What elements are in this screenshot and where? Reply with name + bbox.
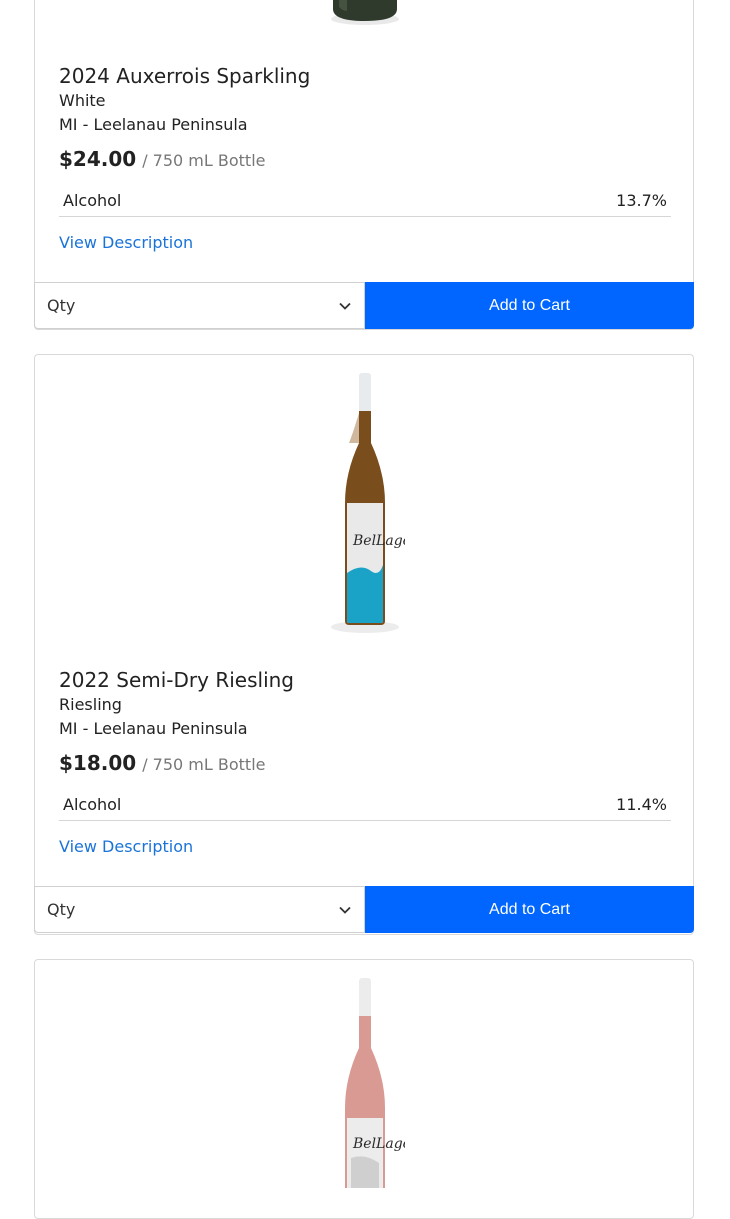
- product-card: 2024 Auxerrois Sparkling White MI - Leel…: [34, 0, 694, 330]
- product-price: $24.00: [59, 147, 137, 171]
- qty-select[interactable]: Qty: [34, 282, 365, 329]
- qty-label: Qty: [47, 296, 76, 315]
- spec-row-alcohol: Alcohol 13.7%: [59, 185, 671, 217]
- product-region: MI - Leelanau Peninsula: [59, 115, 248, 134]
- product-image[interactable]: [35, 0, 695, 26]
- product-varietal: Riesling: [59, 695, 122, 714]
- add-to-cart-button[interactable]: Add to Cart: [365, 886, 694, 933]
- spec-value: 13.7%: [616, 191, 667, 210]
- spec-label: Alcohol: [63, 191, 122, 210]
- product-image[interactable]: BelLago: [35, 978, 695, 1188]
- svg-text:BelLago: BelLago: [352, 533, 405, 549]
- product-price: $18.00: [59, 751, 137, 775]
- product-title: 2024 Auxerrois Sparkling: [59, 64, 311, 88]
- svg-text:BelLago: BelLago: [352, 1136, 405, 1152]
- wine-bottle-image: [331, 0, 399, 25]
- chevron-down-icon: [338, 903, 352, 917]
- price-row: $24.00 / 750 mL Bottle: [59, 147, 671, 177]
- product-image[interactable]: BelLago: [35, 373, 695, 635]
- product-unit: / 750 mL Bottle: [142, 151, 266, 170]
- view-description-link[interactable]: View Description: [59, 233, 671, 252]
- card-actions: Qty Add to Cart: [34, 282, 694, 331]
- card-actions: Qty Add to Cart: [34, 886, 694, 935]
- product-varietal: White: [59, 91, 106, 110]
- product-region: MI - Leelanau Peninsula: [59, 719, 248, 738]
- wine-bottle-image: BelLago: [345, 978, 405, 1188]
- chevron-down-icon: [338, 299, 352, 313]
- price-row: $18.00 / 750 mL Bottle: [59, 751, 671, 781]
- product-card: BelLago: [34, 959, 694, 1219]
- product-card: BelLago 2022 Semi-Dry Riesling Riesling …: [34, 354, 694, 935]
- spec-row-alcohol: Alcohol 11.4%: [59, 789, 671, 821]
- qty-label: Qty: [47, 900, 76, 919]
- product-unit: / 750 mL Bottle: [142, 755, 266, 774]
- wine-bottle-image: BelLago: [331, 373, 405, 633]
- view-description-link[interactable]: View Description: [59, 837, 671, 856]
- product-title: 2022 Semi-Dry Riesling: [59, 668, 294, 692]
- spec-label: Alcohol: [63, 795, 122, 814]
- spec-value: 11.4%: [616, 795, 667, 814]
- add-to-cart-button[interactable]: Add to Cart: [365, 282, 694, 329]
- qty-select[interactable]: Qty: [34, 886, 365, 933]
